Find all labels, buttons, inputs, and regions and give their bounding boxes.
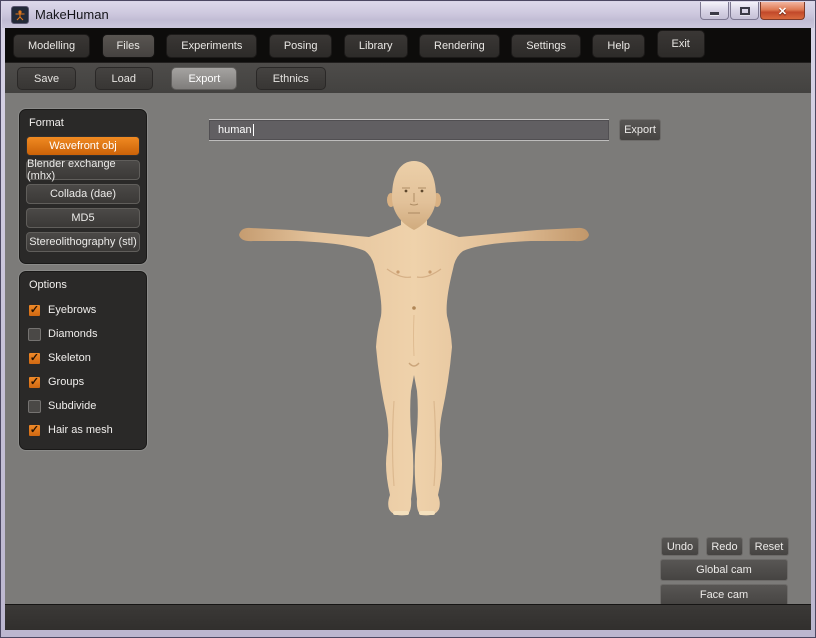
face-cam-button[interactable]: Face cam [660,584,788,606]
format-md5-button[interactable]: MD5 [26,208,140,228]
global-cam-button[interactable]: Global cam [660,559,788,581]
tab-modelling[interactable]: Modelling [13,34,90,58]
maximize-button[interactable] [730,2,759,20]
checkbox-icon [28,304,41,317]
options-panel-title: Options [29,279,140,291]
checkbox-label: Eyebrows [48,304,96,316]
tab-settings[interactable]: Settings [511,34,581,58]
filename-input[interactable]: human [209,120,609,140]
tab-exit[interactable]: Exit [657,30,705,58]
checkbox-icon [28,376,41,389]
main-content: Format Wavefront obj Blender exchange (m… [5,93,811,604]
human-figure [231,151,591,531]
close-icon [778,2,787,20]
format-panel: Format Wavefront obj Blender exchange (m… [19,109,147,264]
subtab-export[interactable]: Export [171,67,237,90]
tab-files[interactable]: Files [102,34,155,58]
minimize-button[interactable] [700,2,729,20]
viewport-3d-human-model[interactable] [231,151,591,531]
sub-tab-bar: Save Load Export Ethnics [5,62,811,93]
checkbox-subdivide[interactable]: Subdivide [26,394,140,418]
checkbox-hair-as-mesh[interactable]: Hair as mesh [26,418,140,442]
window-controls [699,2,805,20]
checkbox-diamonds[interactable]: Diamonds [26,322,140,346]
reset-button[interactable]: Reset [749,537,789,556]
subtab-load[interactable]: Load [95,67,153,90]
checkbox-label: Groups [48,376,84,388]
checkbox-icon [28,328,41,341]
window-title: MakeHuman [35,2,109,28]
checkbox-icon [28,352,41,365]
title-bar[interactable]: MakeHuman [2,2,814,28]
format-blender-exchange-button[interactable]: Blender exchange (mhx) [26,160,140,180]
minimize-icon [710,12,719,15]
checkbox-label: Hair as mesh [48,424,113,436]
subtab-save[interactable]: Save [17,67,76,90]
redo-button[interactable]: Redo [706,537,743,556]
checkbox-eyebrows[interactable]: Eyebrows [26,298,140,322]
maximize-icon [740,7,750,15]
checkbox-icon [28,400,41,413]
app-window: MakeHuman Modelling Files Experiments Po… [0,0,816,638]
status-strip [5,604,811,630]
checkbox-label: Skeleton [48,352,91,364]
checkbox-skeleton[interactable]: Skeleton [26,346,140,370]
undo-button[interactable]: Undo [661,537,699,556]
close-button[interactable] [760,2,805,20]
format-wavefront-obj-button[interactable]: Wavefront obj [26,136,140,156]
tab-posing[interactable]: Posing [269,34,333,58]
tab-rendering[interactable]: Rendering [419,34,500,58]
makehuman-logo-icon [11,6,29,24]
export-button[interactable]: Export [619,119,661,141]
tab-experiments[interactable]: Experiments [166,34,257,58]
tab-library[interactable]: Library [344,34,408,58]
client-area: Modelling Files Experiments Posing Libra… [5,28,811,630]
format-panel-title: Format [29,117,140,129]
options-panel: Options Eyebrows Diamonds Skeleton Group… [19,271,147,450]
subtab-ethnics[interactable]: Ethnics [256,67,326,90]
main-tab-bar: Modelling Files Experiments Posing Libra… [5,28,811,62]
tab-help[interactable]: Help [592,34,645,58]
format-collada-button[interactable]: Collada (dae) [26,184,140,204]
checkbox-label: Subdivide [48,400,96,412]
text-caret [253,124,254,136]
checkbox-groups[interactable]: Groups [26,370,140,394]
checkbox-icon [28,424,41,437]
format-stereolithography-button[interactable]: Stereolithography (stl) [26,232,140,252]
filename-value: human [218,124,252,136]
checkbox-label: Diamonds [48,328,98,340]
